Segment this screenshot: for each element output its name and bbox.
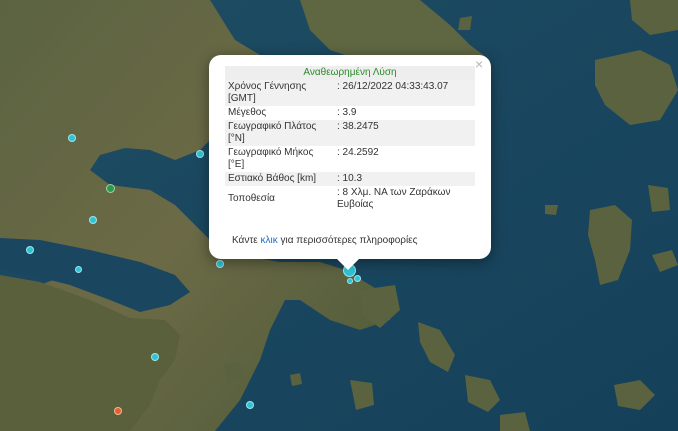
earthquake-marker[interactable] bbox=[75, 266, 82, 273]
earthquake-marker[interactable] bbox=[89, 216, 97, 224]
earthquake-marker[interactable] bbox=[216, 260, 224, 268]
origin-time-label: Χρόνος Γέννησης [GMT] bbox=[225, 80, 334, 106]
popup-title: Αναθεωρημένη Λύση bbox=[225, 66, 475, 80]
island bbox=[545, 205, 558, 215]
more-info-text: Κάντε κλικ για περισσότερες πληροφορίες bbox=[232, 235, 417, 246]
island bbox=[458, 16, 472, 30]
magnitude-label: Μέγεθος bbox=[228, 107, 267, 118]
earthquake-marker[interactable] bbox=[26, 246, 34, 254]
longitude-label: Γεωγραφικό Μήκος [°E] bbox=[228, 147, 314, 170]
popup-pointer bbox=[336, 258, 360, 270]
latitude-value: : 38.2475 bbox=[334, 120, 475, 146]
island bbox=[290, 373, 302, 386]
more-info-prefix: Κάντε bbox=[232, 235, 261, 246]
earthquake-marker[interactable] bbox=[151, 353, 159, 361]
earthquake-marker[interactable] bbox=[114, 407, 122, 415]
latitude-label: Γεωγραφικό Πλάτος [°N] bbox=[225, 120, 334, 146]
earthquake-marker[interactable] bbox=[196, 150, 204, 158]
earthquake-marker[interactable] bbox=[68, 134, 76, 142]
more-info-suffix: για περισσότερες πληροφορίες bbox=[277, 235, 418, 246]
island bbox=[500, 412, 530, 431]
more-info-link[interactable]: κλικ bbox=[261, 235, 278, 246]
earthquake-details-table: Αναθεωρημένη Λύση Χρόνος Γέννησης [GMT] … bbox=[225, 66, 475, 212]
magnitude-value: : 3.9 bbox=[337, 107, 357, 118]
depth-value: : 10.3 bbox=[334, 172, 475, 186]
close-icon[interactable]: × bbox=[475, 57, 483, 71]
location-label: Τοποθεσία bbox=[228, 193, 275, 204]
earthquake-marker[interactable] bbox=[246, 401, 254, 409]
origin-time-value: : 26/12/2022 04:33:43.07 bbox=[334, 80, 475, 106]
earthquake-marker[interactable] bbox=[106, 184, 115, 193]
longitude-value: : 24.2592 bbox=[337, 147, 379, 158]
location-value: : 8 Χλμ. ΝΑ των Ζαράκων Ευβοίας bbox=[337, 187, 451, 210]
depth-label: Εστιακό Βάθος [km] bbox=[225, 172, 334, 186]
earthquake-marker[interactable] bbox=[347, 278, 353, 284]
earthquake-marker[interactable] bbox=[354, 275, 361, 282]
